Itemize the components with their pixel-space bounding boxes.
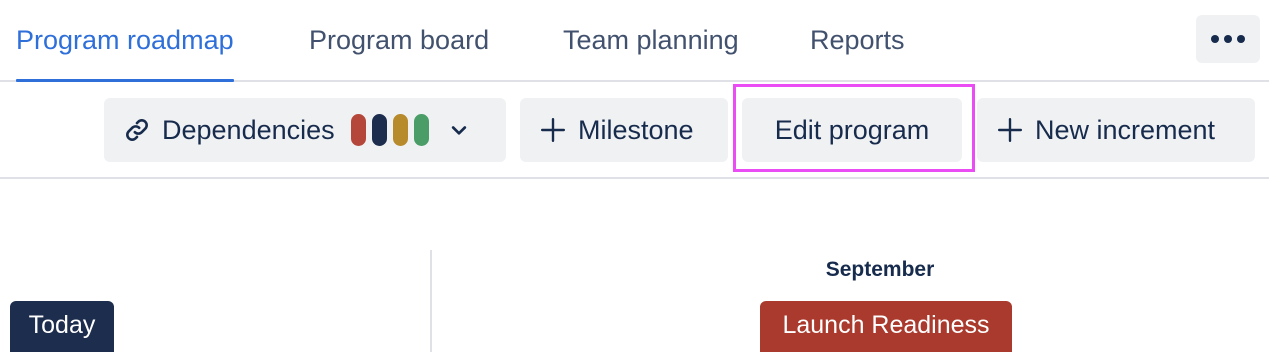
- month-header: September: [825, 258, 935, 281]
- today-marker: Today: [10, 301, 114, 352]
- roadmap-toolbar: Dependencies Milestone Edit program New …: [0, 82, 1269, 179]
- new-increment-button[interactable]: New increment: [977, 98, 1255, 162]
- swatch-navy: [371, 114, 387, 146]
- add-milestone-button[interactable]: Milestone: [520, 98, 728, 162]
- swatch-red: [350, 114, 366, 146]
- timeline-divider: [430, 250, 432, 352]
- edit-program-button[interactable]: Edit program: [742, 98, 962, 162]
- tab-team-planning[interactable]: Team planning: [563, 0, 739, 80]
- plus-icon: [540, 117, 566, 143]
- dependency-color-swatches: [350, 114, 429, 146]
- new-increment-label: New increment: [1035, 114, 1216, 145]
- more-horizontal-icon: [1211, 35, 1219, 43]
- more-dot: [1237, 35, 1245, 43]
- tab-program-board[interactable]: Program board: [309, 0, 489, 80]
- program-roadmap-view: Program roadmap Program board Team plann…: [0, 0, 1269, 352]
- dependencies-label: Dependencies: [162, 114, 335, 145]
- plus-icon: [997, 117, 1023, 143]
- milestone-launch-readiness[interactable]: Launch Readiness: [760, 301, 1012, 352]
- tab-reports[interactable]: Reports: [810, 0, 905, 80]
- milestone-label: Milestone: [578, 114, 694, 145]
- more-dot: [1224, 35, 1232, 43]
- swatch-green: [413, 114, 429, 146]
- dependencies-button[interactable]: Dependencies: [104, 98, 506, 162]
- edit-program-label: Edit program: [774, 114, 930, 145]
- chevron-down-icon: [451, 126, 466, 135]
- swatch-gold: [392, 114, 408, 146]
- tab-bar: Program roadmap Program board Team plann…: [0, 0, 1269, 82]
- tab-program-roadmap[interactable]: Program roadmap: [16, 0, 234, 82]
- more-actions-button[interactable]: [1196, 15, 1260, 63]
- link-icon: [126, 119, 148, 141]
